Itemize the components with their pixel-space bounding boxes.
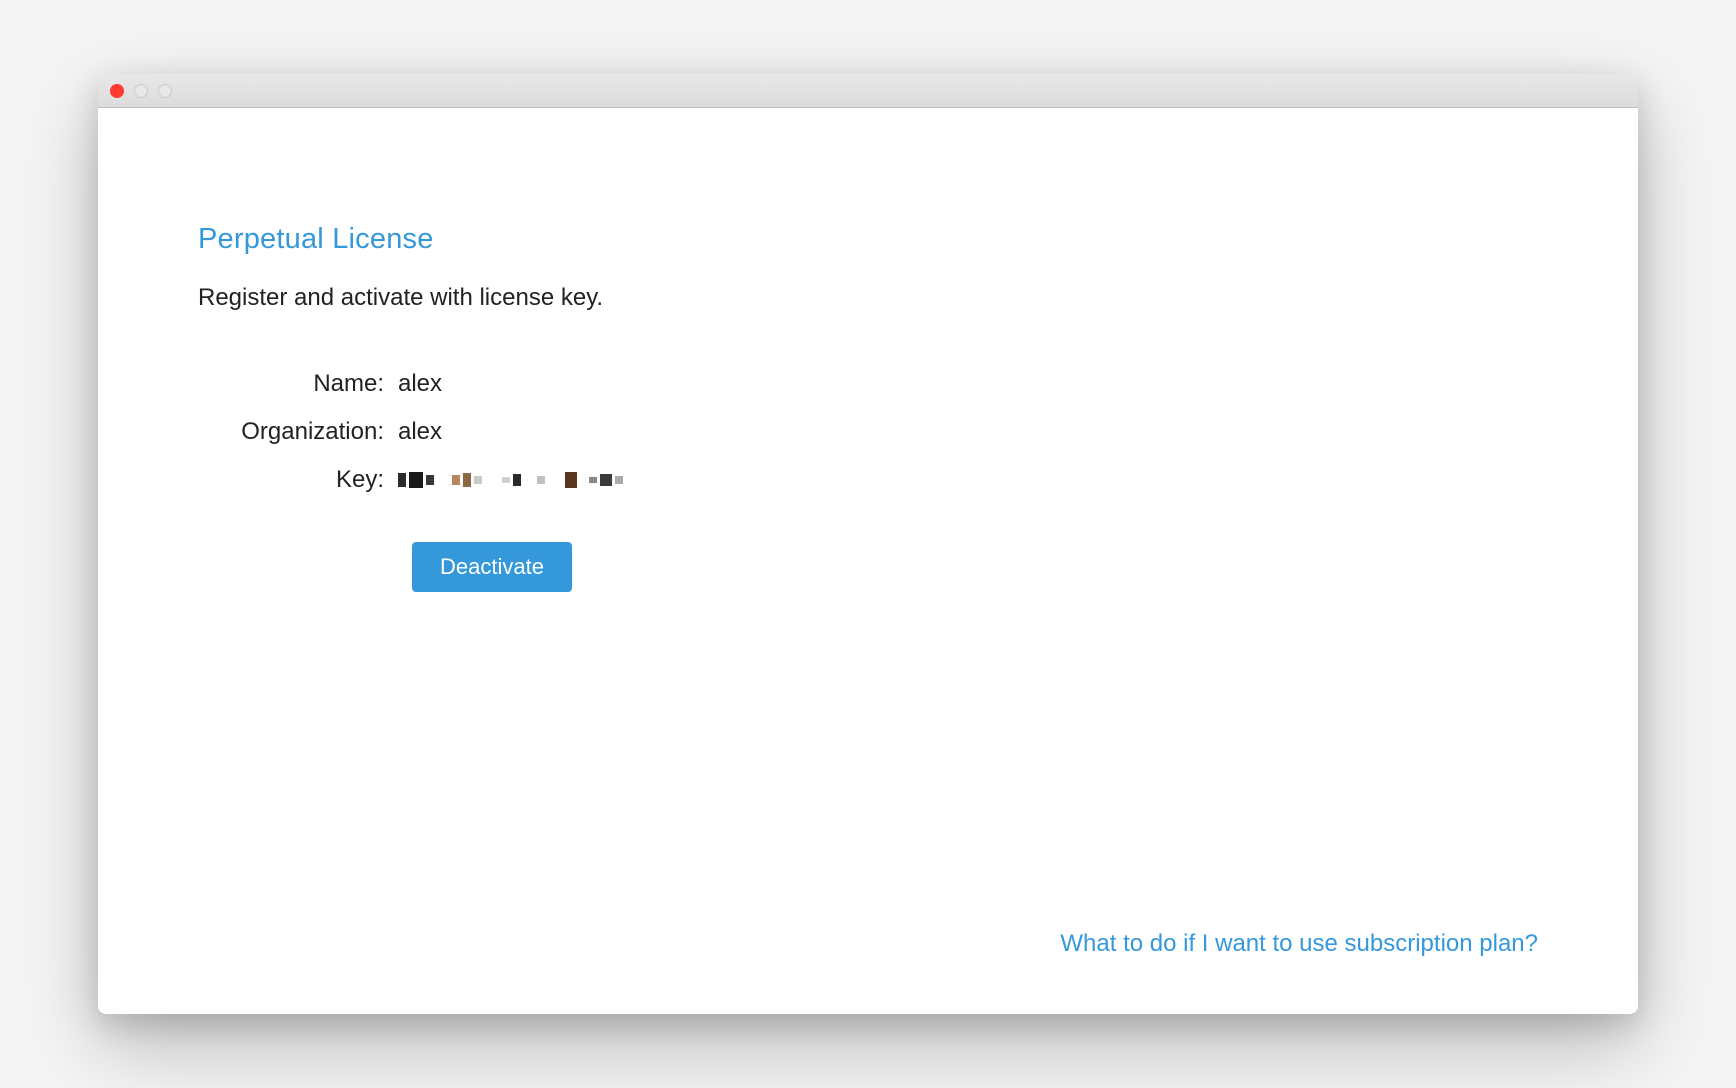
organization-value: alex [398,418,1538,446]
organization-label: Organization: [198,418,398,446]
name-label: Name: [198,370,398,398]
page-title: Perpetual License [198,223,1538,256]
name-row: Name: alex [198,370,1538,398]
obscured-key-pixels [398,470,1538,490]
window-titlebar [98,74,1638,108]
license-window: Perpetual License Register and activate … [98,74,1638,1014]
deactivate-button[interactable]: Deactivate [412,542,572,592]
key-label: Key: [198,466,398,494]
page-subtitle: Register and activate with license key. [198,284,1538,312]
minimize-button[interactable] [134,84,148,98]
subscription-help-link[interactable]: What to do if I want to use subscription… [1060,930,1538,958]
zoom-button[interactable] [158,84,172,98]
organization-row: Organization: alex [198,418,1538,446]
window-controls [110,84,172,98]
key-row: Key: [198,466,1538,494]
key-value-obscured [398,470,1538,490]
close-button[interactable] [110,84,124,98]
name-value: alex [398,370,1538,398]
action-row: Deactivate [198,542,1538,592]
license-content: Perpetual License Register and activate … [98,108,1638,1014]
